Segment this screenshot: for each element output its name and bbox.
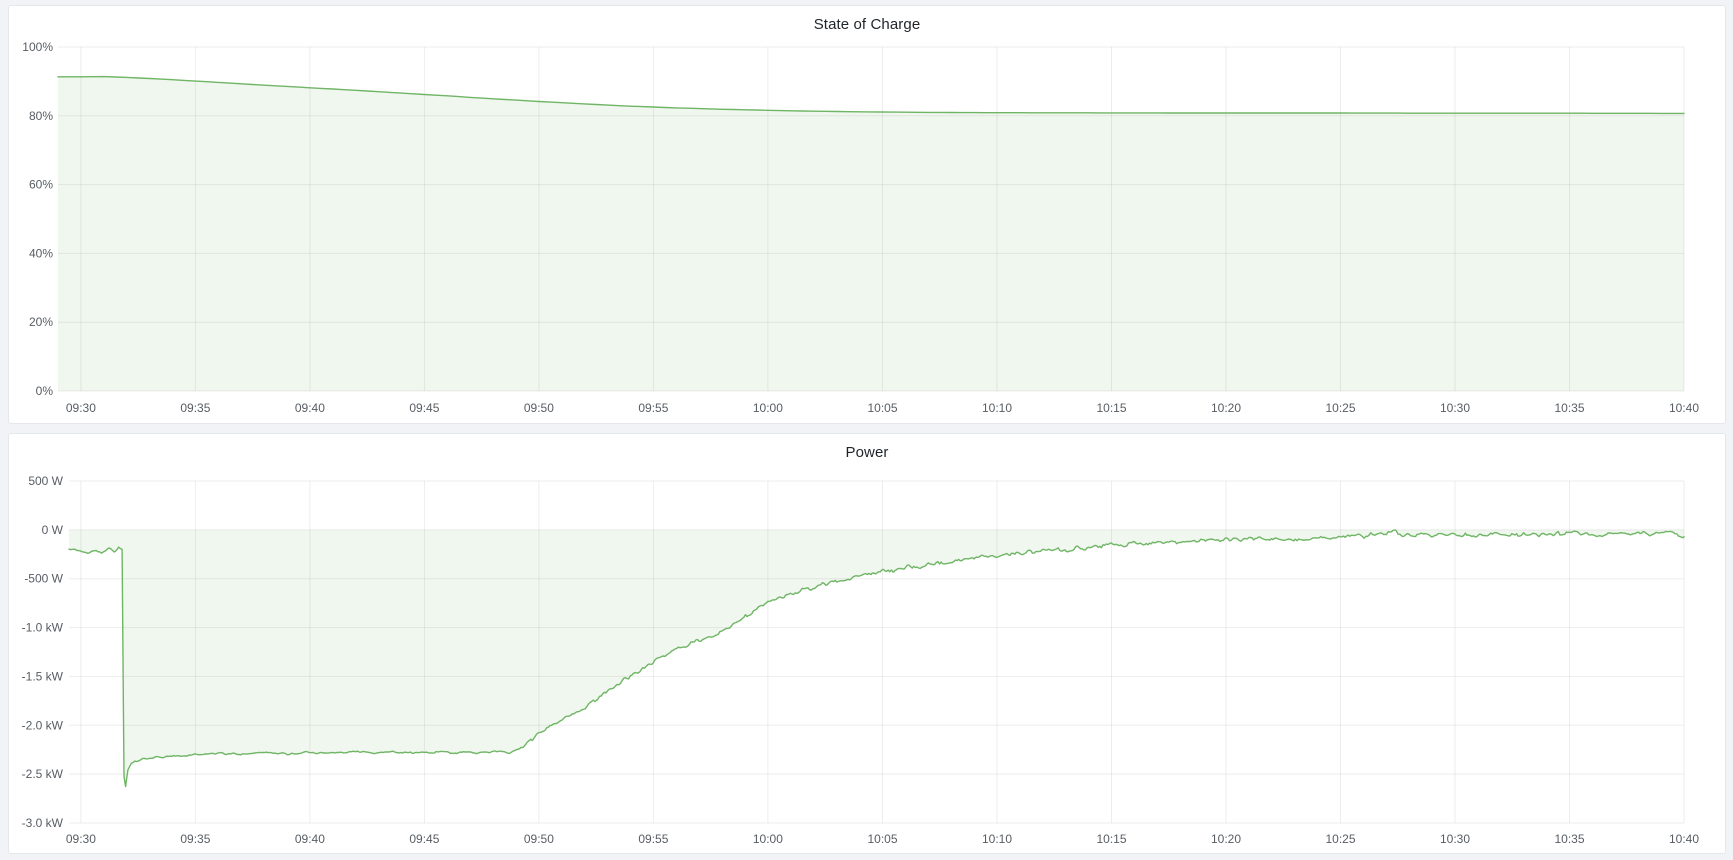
x-tick-label: 10:10 <box>982 401 1012 415</box>
y-tick-label: -2.0 kW <box>22 718 64 732</box>
x-tick-label: 09:55 <box>638 401 668 415</box>
y-tick-label: 0 W <box>42 523 64 537</box>
x-tick-label: 10:40 <box>1669 401 1699 415</box>
x-tick-label: 09:45 <box>409 401 439 415</box>
x-tick-label: 10:30 <box>1440 401 1470 415</box>
x-tick-label: 10:20 <box>1211 401 1241 415</box>
x-tick-label: 10:10 <box>982 832 1012 846</box>
x-tick-label: 10:20 <box>1211 832 1241 846</box>
x-tick-label: 10:35 <box>1554 401 1584 415</box>
x-tick-label: 09:50 <box>524 401 554 415</box>
x-tick-label: 10:40 <box>1669 832 1699 846</box>
x-tick-label: 10:15 <box>1096 401 1126 415</box>
panel-state-of-charge: State of Charge 100%80%60%40%20%0%09:300… <box>8 5 1726 424</box>
y-tick-label: 60% <box>29 178 53 192</box>
x-tick-label: 09:30 <box>66 401 96 415</box>
x-tick-label: 10:35 <box>1554 832 1584 846</box>
y-tick-label: -3.0 kW <box>22 816 64 830</box>
x-tick-label: 10:05 <box>867 832 897 846</box>
series-area-fill <box>58 77 1684 391</box>
y-tick-label: 500 W <box>28 474 63 488</box>
power-chart-canvas[interactable]: 500 W 0 W -500 W -1.0 kW -1.5 kW -2.0 kW -2.5 … <box>9 434 1725 853</box>
x-tick-label: 09:35 <box>180 832 210 846</box>
y-tick-label: 40% <box>29 246 53 260</box>
state-of-charge-chart-canvas[interactable]: 100% 80% 60% 40% 20% 0% 09:30 09:35 09:40 09:45 09… <box>9 6 1725 423</box>
x-tick-label: 10:25 <box>1325 832 1355 846</box>
x-tick-label: 10:25 <box>1325 401 1355 415</box>
series-area-fill <box>69 530 1684 787</box>
y-tick-label: 20% <box>29 315 53 329</box>
x-tick-label: 09:35 <box>180 401 210 415</box>
y-tick-label: 0% <box>36 384 54 398</box>
x-tick-label: 10:00 <box>753 832 783 846</box>
x-tick-label: 09:40 <box>295 832 325 846</box>
x-tick-label: 09:50 <box>524 832 554 846</box>
y-tick-label: 100% <box>22 40 53 54</box>
panel-power: Power 500 W0 W-500 W-1.0 kW-1.5 kW-2.0 k… <box>8 433 1726 854</box>
y-tick-label: -1.0 kW <box>22 621 64 635</box>
y-tick-label: -2.5 kW <box>22 767 64 781</box>
x-tick-label: 09:40 <box>295 401 325 415</box>
x-tick-label: 09:30 <box>66 832 96 846</box>
x-tick-label: 10:00 <box>753 401 783 415</box>
x-tick-label: 10:30 <box>1440 832 1470 846</box>
x-tick-label: 09:45 <box>409 832 439 846</box>
x-tick-label: 09:55 <box>638 832 668 846</box>
y-tick-label: -1.5 kW <box>22 669 64 683</box>
x-tick-label: 10:15 <box>1096 832 1126 846</box>
y-tick-label: -500 W <box>24 572 63 586</box>
y-tick-label: 80% <box>29 109 53 123</box>
x-tick-label: 10:05 <box>867 401 897 415</box>
